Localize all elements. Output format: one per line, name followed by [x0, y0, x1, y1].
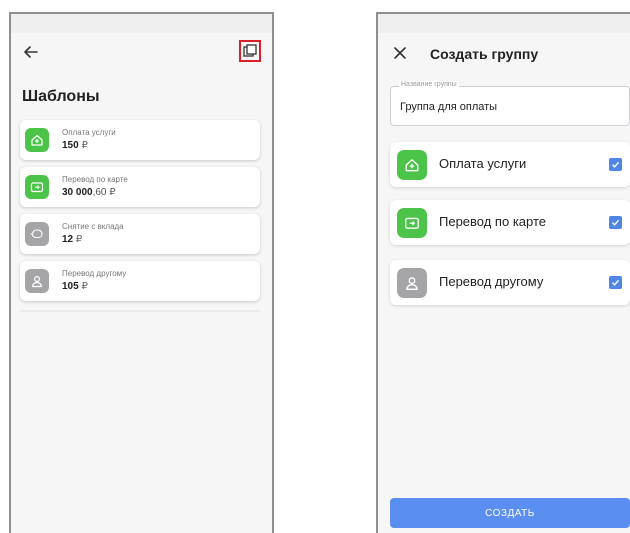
templates-header	[11, 33, 272, 73]
create-group-header: Создать группу	[378, 33, 630, 77]
create-group-screen: Создать группу Название группы Группа дл…	[376, 12, 630, 533]
template-amount: 30 000,60 ₽	[62, 187, 116, 198]
copy-group-icon	[243, 44, 257, 57]
person-icon	[397, 268, 427, 298]
template-amount: 150 ₽	[62, 140, 88, 151]
back-arrow-icon[interactable]	[22, 43, 40, 61]
checkbox-checked[interactable]	[609, 216, 622, 229]
templates-screen: Шаблоны Оплата услуги 150 ₽ Перевод по к…	[9, 12, 274, 533]
group-name-field[interactable]: Название группы Группа для оплаты	[390, 81, 630, 126]
template-amount: 12 ₽	[62, 234, 83, 245]
status-bar	[378, 14, 630, 33]
template-card[interactable]: Перевод по карте 30 000,60 ₽	[20, 167, 260, 207]
group-item[interactable]: Оплата услуги	[390, 142, 630, 187]
checkmark-icon	[612, 279, 620, 286]
page-title: Шаблоны	[22, 88, 100, 105]
card-transfer-icon	[25, 175, 49, 199]
create-button[interactable]: СОЗДАТЬ	[390, 498, 630, 528]
checkbox-checked[interactable]	[609, 158, 622, 171]
piggy-bank-icon	[25, 222, 49, 246]
status-bar	[11, 14, 272, 33]
checkbox-checked[interactable]	[609, 276, 622, 289]
group-item-label: Перевод по карте	[439, 214, 547, 229]
template-card[interactable]: Оплата услуги 150 ₽	[20, 120, 260, 160]
page-title: Создать группу	[430, 46, 539, 62]
list-divider	[20, 310, 260, 312]
template-label: Оплата услуги	[62, 128, 116, 137]
template-card[interactable]: Перевод другому 105 ₽	[20, 261, 260, 301]
group-item[interactable]: Перевод другому	[390, 260, 630, 305]
template-label: Перевод другому	[62, 269, 127, 278]
close-icon[interactable]	[392, 45, 408, 61]
create-group-button[interactable]	[239, 40, 261, 62]
checkmark-icon	[612, 161, 620, 168]
person-icon	[25, 269, 49, 293]
template-label: Перевод по карте	[62, 175, 128, 184]
house-icon	[397, 150, 427, 180]
template-amount: 105 ₽	[62, 281, 88, 292]
group-name-value: Группа для оплаты	[400, 101, 498, 113]
group-item[interactable]: Перевод по карте	[390, 200, 630, 245]
group-name-label: Название группы	[399, 81, 459, 88]
group-item-label: Перевод другому	[439, 274, 544, 289]
house-icon	[25, 128, 49, 152]
template-card[interactable]: Снятие с вклада 12 ₽	[20, 214, 260, 254]
group-item-label: Оплата услуги	[439, 156, 527, 171]
card-transfer-icon	[397, 208, 427, 238]
checkmark-icon	[612, 219, 620, 226]
template-label: Снятие с вклада	[62, 222, 124, 231]
